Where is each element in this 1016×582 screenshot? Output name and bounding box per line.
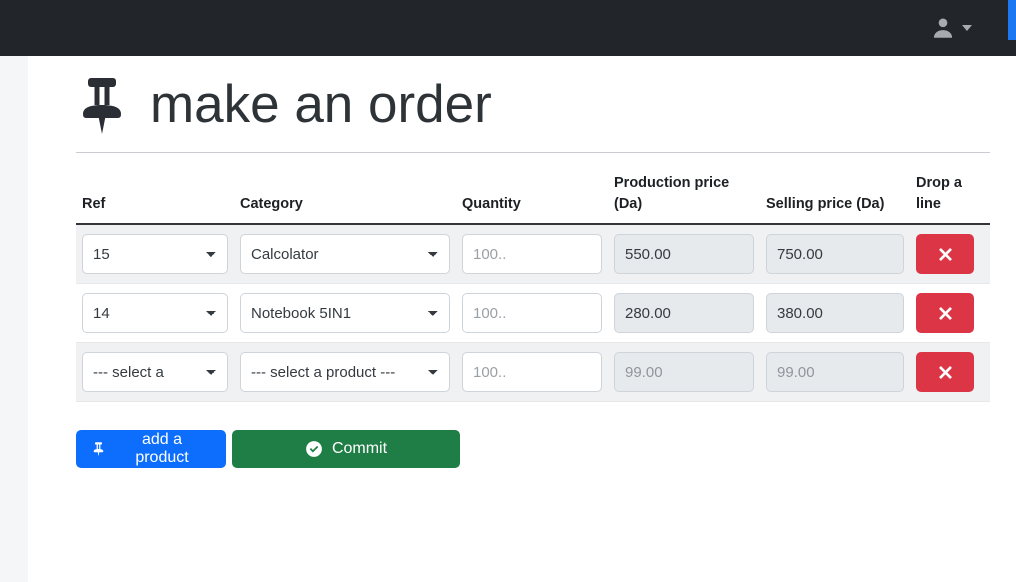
cell-drop-line [910,283,990,344]
quantity-input[interactable] [462,293,602,334]
commit-button[interactable]: Commit [232,430,460,469]
order-table-wrap: Ref Category Quantity Production price (… [28,153,1016,403]
times-cross-icon [937,364,954,381]
cell-category: Notebook 5IN1 [234,283,456,344]
user-menu[interactable] [930,15,972,41]
times-cross-icon [937,246,954,263]
page-container: make an order Ref Category Quantity Prod… [28,56,1016,582]
ref-select[interactable]: 15 [82,234,228,275]
table-row: 15 Calcolator [76,224,990,285]
ref-select[interactable]: --- select a [82,352,228,393]
quantity-input[interactable] [462,352,602,393]
cell-selling-price [760,283,910,344]
column-header-production-price: Production price (Da) [608,153,760,226]
navbar-edge-accent [1008,0,1016,40]
pushpin-icon [92,441,105,457]
add-product-button[interactable]: add a product [76,430,226,469]
pushpin-icon [76,74,128,136]
cell-category: --- select a product --- [234,342,456,403]
production-price-input[interactable] [614,352,754,393]
selling-price-input[interactable] [766,234,904,275]
column-header-drop-line: Drop a line [910,153,990,226]
cell-quantity [456,224,608,285]
category-select[interactable]: Calcolator [240,234,450,275]
category-select[interactable]: Notebook 5IN1 [240,293,450,334]
drop-line-button[interactable] [916,234,974,275]
cell-ref: 14 [76,283,234,344]
cell-quantity [456,342,608,403]
production-price-input[interactable] [614,293,754,334]
production-price-input[interactable] [614,234,754,275]
quantity-input[interactable] [462,234,602,275]
decorative-arc [224,556,408,582]
page-title: make an order [150,75,492,135]
column-header-quantity: Quantity [456,153,608,226]
cell-production-price [608,342,760,403]
commit-label: Commit [331,440,388,458]
cell-production-price [608,224,760,285]
top-navbar [0,0,1016,56]
cell-drop-line [910,342,990,403]
cell-selling-price [760,224,910,285]
column-header-ref: Ref [76,153,234,226]
selling-price-input[interactable] [766,352,904,393]
drop-line-button[interactable] [916,293,974,334]
table-row: --- select a --- select a product --- [76,342,990,403]
cell-drop-line [910,224,990,285]
table-row: 14 Notebook 5IN1 [76,283,990,344]
order-table: Ref Category Quantity Production price (… [76,153,990,403]
cell-selling-price [760,342,910,403]
left-gutter [0,56,28,582]
add-product-label: add a product [135,431,189,467]
cell-ref: 15 [76,224,234,285]
category-select[interactable]: --- select a product --- [240,352,450,393]
check-circle-icon [305,440,323,458]
cell-production-price [608,283,760,344]
table-header-row: Ref Category Quantity Production price (… [76,153,990,226]
column-header-selling-price: Selling price (Da) [760,153,910,226]
cell-quantity [456,283,608,344]
times-cross-icon [937,305,954,322]
column-header-category: Category [234,153,456,226]
selling-price-input[interactable] [766,293,904,334]
page-header: make an order [28,56,1016,136]
cell-ref: --- select a [76,342,234,403]
action-bar: add a product Commit [28,402,1016,469]
caret-down-icon [962,25,972,31]
drop-line-button[interactable] [916,352,974,393]
user-avatar-icon [930,15,956,41]
cell-category: Calcolator [234,224,456,285]
ref-select[interactable]: 14 [82,293,228,334]
